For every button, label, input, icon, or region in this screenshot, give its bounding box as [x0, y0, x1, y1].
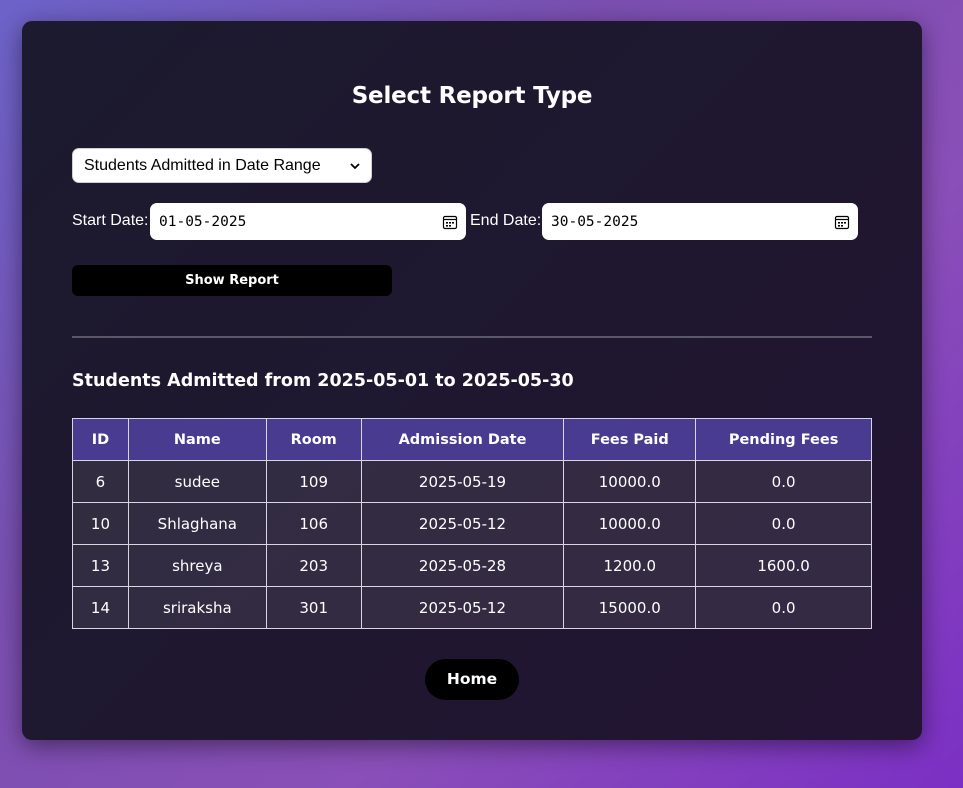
start-date-value: 01-05-2025: [159, 213, 247, 230]
cell-pending-fees: 0.0: [695, 460, 872, 503]
table-row: 6 sudee 109 2025-05-19 10000.0 0.0: [72, 460, 872, 503]
cell-name: shreya: [127, 544, 267, 587]
cell-id: 13: [72, 544, 129, 587]
cell-room: 109: [265, 460, 362, 503]
report-card: Select Report Type Students Admitted in …: [22, 21, 922, 740]
column-header-admission-date: Admission Date: [360, 418, 565, 461]
start-date-label: Start Date:: [72, 212, 149, 229]
cell-pending-fees: 0.0: [695, 502, 872, 545]
cell-fees-paid: 1200.0: [563, 544, 697, 587]
cell-admission-date: 2025-05-19: [360, 460, 565, 503]
end-date-value: 30-05-2025: [551, 213, 639, 230]
cell-admission-date: 2025-05-12: [360, 502, 565, 545]
cell-id: 14: [72, 586, 129, 629]
end-date-input[interactable]: 30-05-2025: [542, 203, 858, 240]
cell-admission-date: 2025-05-12: [360, 586, 565, 629]
cell-fees-paid: 10000.0: [563, 460, 697, 503]
cell-name: sriraksha: [127, 586, 267, 629]
show-report-button[interactable]: Show Report: [72, 265, 392, 296]
cell-room: 203: [265, 544, 362, 587]
chevron-down-icon: [350, 162, 360, 169]
column-header-id: ID: [72, 418, 129, 461]
cell-pending-fees: 0.0: [695, 586, 872, 629]
cell-fees-paid: 10000.0: [563, 502, 697, 545]
table-row: 10 Shlaghana 106 2025-05-12 10000.0 0.0: [72, 502, 872, 545]
calendar-icon[interactable]: [834, 214, 850, 230]
cell-id: 6: [72, 460, 129, 503]
home-button[interactable]: Home: [425, 659, 519, 700]
column-header-name: Name: [127, 418, 267, 461]
table-row: 14 sriraksha 301 2025-05-12 15000.0 0.0: [72, 586, 872, 629]
cell-pending-fees: 1600.0: [695, 544, 872, 587]
column-header-fees-paid: Fees Paid: [563, 418, 697, 461]
start-date-input[interactable]: 01-05-2025: [150, 203, 466, 240]
cell-room: 301: [265, 586, 362, 629]
cell-room: 106: [265, 502, 362, 545]
table-row: 13 shreya 203 2025-05-28 1200.0 1600.0: [72, 544, 872, 587]
students-table: ID Name Room Admission Date Fees Paid Pe…: [72, 418, 872, 629]
column-header-room: Room: [265, 418, 362, 461]
page-title: Select Report Type: [351, 83, 593, 109]
cell-id: 10: [72, 502, 129, 545]
cell-admission-date: 2025-05-28: [360, 544, 565, 587]
report-type-value: Students Admitted in Date Range: [84, 156, 321, 174]
cell-name: sudee: [127, 460, 267, 503]
table-header-row: ID Name Room Admission Date Fees Paid Pe…: [72, 418, 872, 461]
report-subtitle: Students Admitted from 2025-05-01 to 202…: [72, 371, 574, 391]
end-date-label: End Date:: [470, 212, 542, 229]
report-type-select[interactable]: Students Admitted in Date Range: [72, 148, 372, 183]
cell-fees-paid: 15000.0: [563, 586, 697, 629]
calendar-icon[interactable]: [442, 214, 458, 230]
divider: [72, 336, 872, 338]
column-header-pending-fees: Pending Fees: [695, 418, 872, 461]
cell-name: Shlaghana: [127, 502, 267, 545]
